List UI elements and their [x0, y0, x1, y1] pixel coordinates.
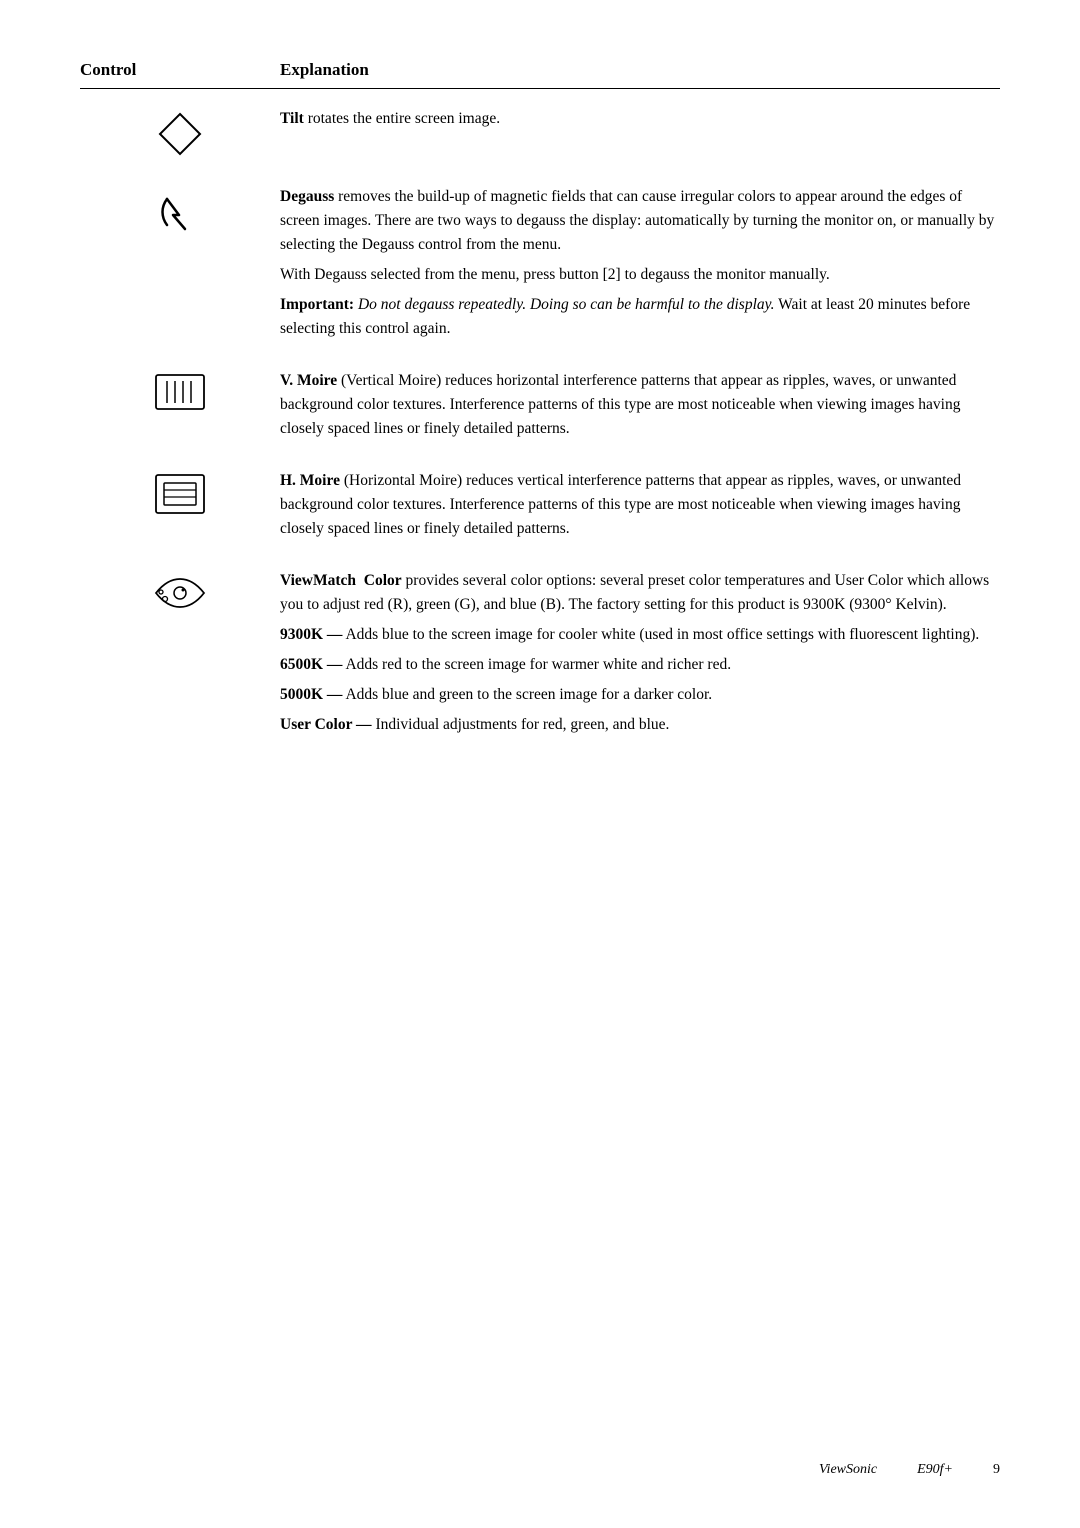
- vmoire-icon: [154, 373, 206, 411]
- hmoire-icon-cell: [80, 469, 280, 515]
- viewmatch-text: ViewMatch Color provides several color o…: [280, 569, 1000, 737]
- tilt-text: Tilt rotates the entire screen image.: [280, 107, 1000, 131]
- table-row: ViewMatch Color provides several color o…: [80, 569, 1000, 737]
- degauss-icon: [157, 189, 203, 235]
- footer-page-number: 9: [993, 1462, 1000, 1478]
- explanation-column-header: Explanation: [280, 60, 369, 80]
- table-row: Degauss removes the build-up of magnetic…: [80, 185, 1000, 341]
- table-row: V. Moire (Vertical Moire) reduces horizo…: [80, 369, 1000, 441]
- viewmatch-color-icon: [153, 573, 207, 613]
- table-row: Tilt rotates the entire screen image.: [80, 107, 1000, 157]
- tilt-icon: [157, 111, 203, 157]
- hmoire-icon: [154, 473, 206, 515]
- footer-model: E90f+: [917, 1462, 953, 1478]
- viewmatch-icon-cell: [80, 569, 280, 613]
- degauss-icon-cell: [80, 185, 280, 235]
- page-footer: ViewSonic E90f+ 9: [80, 1462, 1000, 1478]
- page: Control Explanation Tilt rotates the ent…: [0, 0, 1080, 1528]
- hmoire-text: H. Moire (Horizontal Moire) reduces vert…: [280, 469, 1000, 541]
- vmoire-text: V. Moire (Vertical Moire) reduces horizo…: [280, 369, 1000, 441]
- table-row: H. Moire (Horizontal Moire) reduces vert…: [80, 469, 1000, 541]
- table-header: Control Explanation: [80, 60, 1000, 89]
- control-column-header: Control: [80, 60, 280, 80]
- tilt-icon-cell: [80, 107, 280, 157]
- vmoire-icon-cell: [80, 369, 280, 411]
- degauss-text: Degauss removes the build-up of magnetic…: [280, 185, 1000, 341]
- footer-brand: ViewSonic: [819, 1462, 877, 1478]
